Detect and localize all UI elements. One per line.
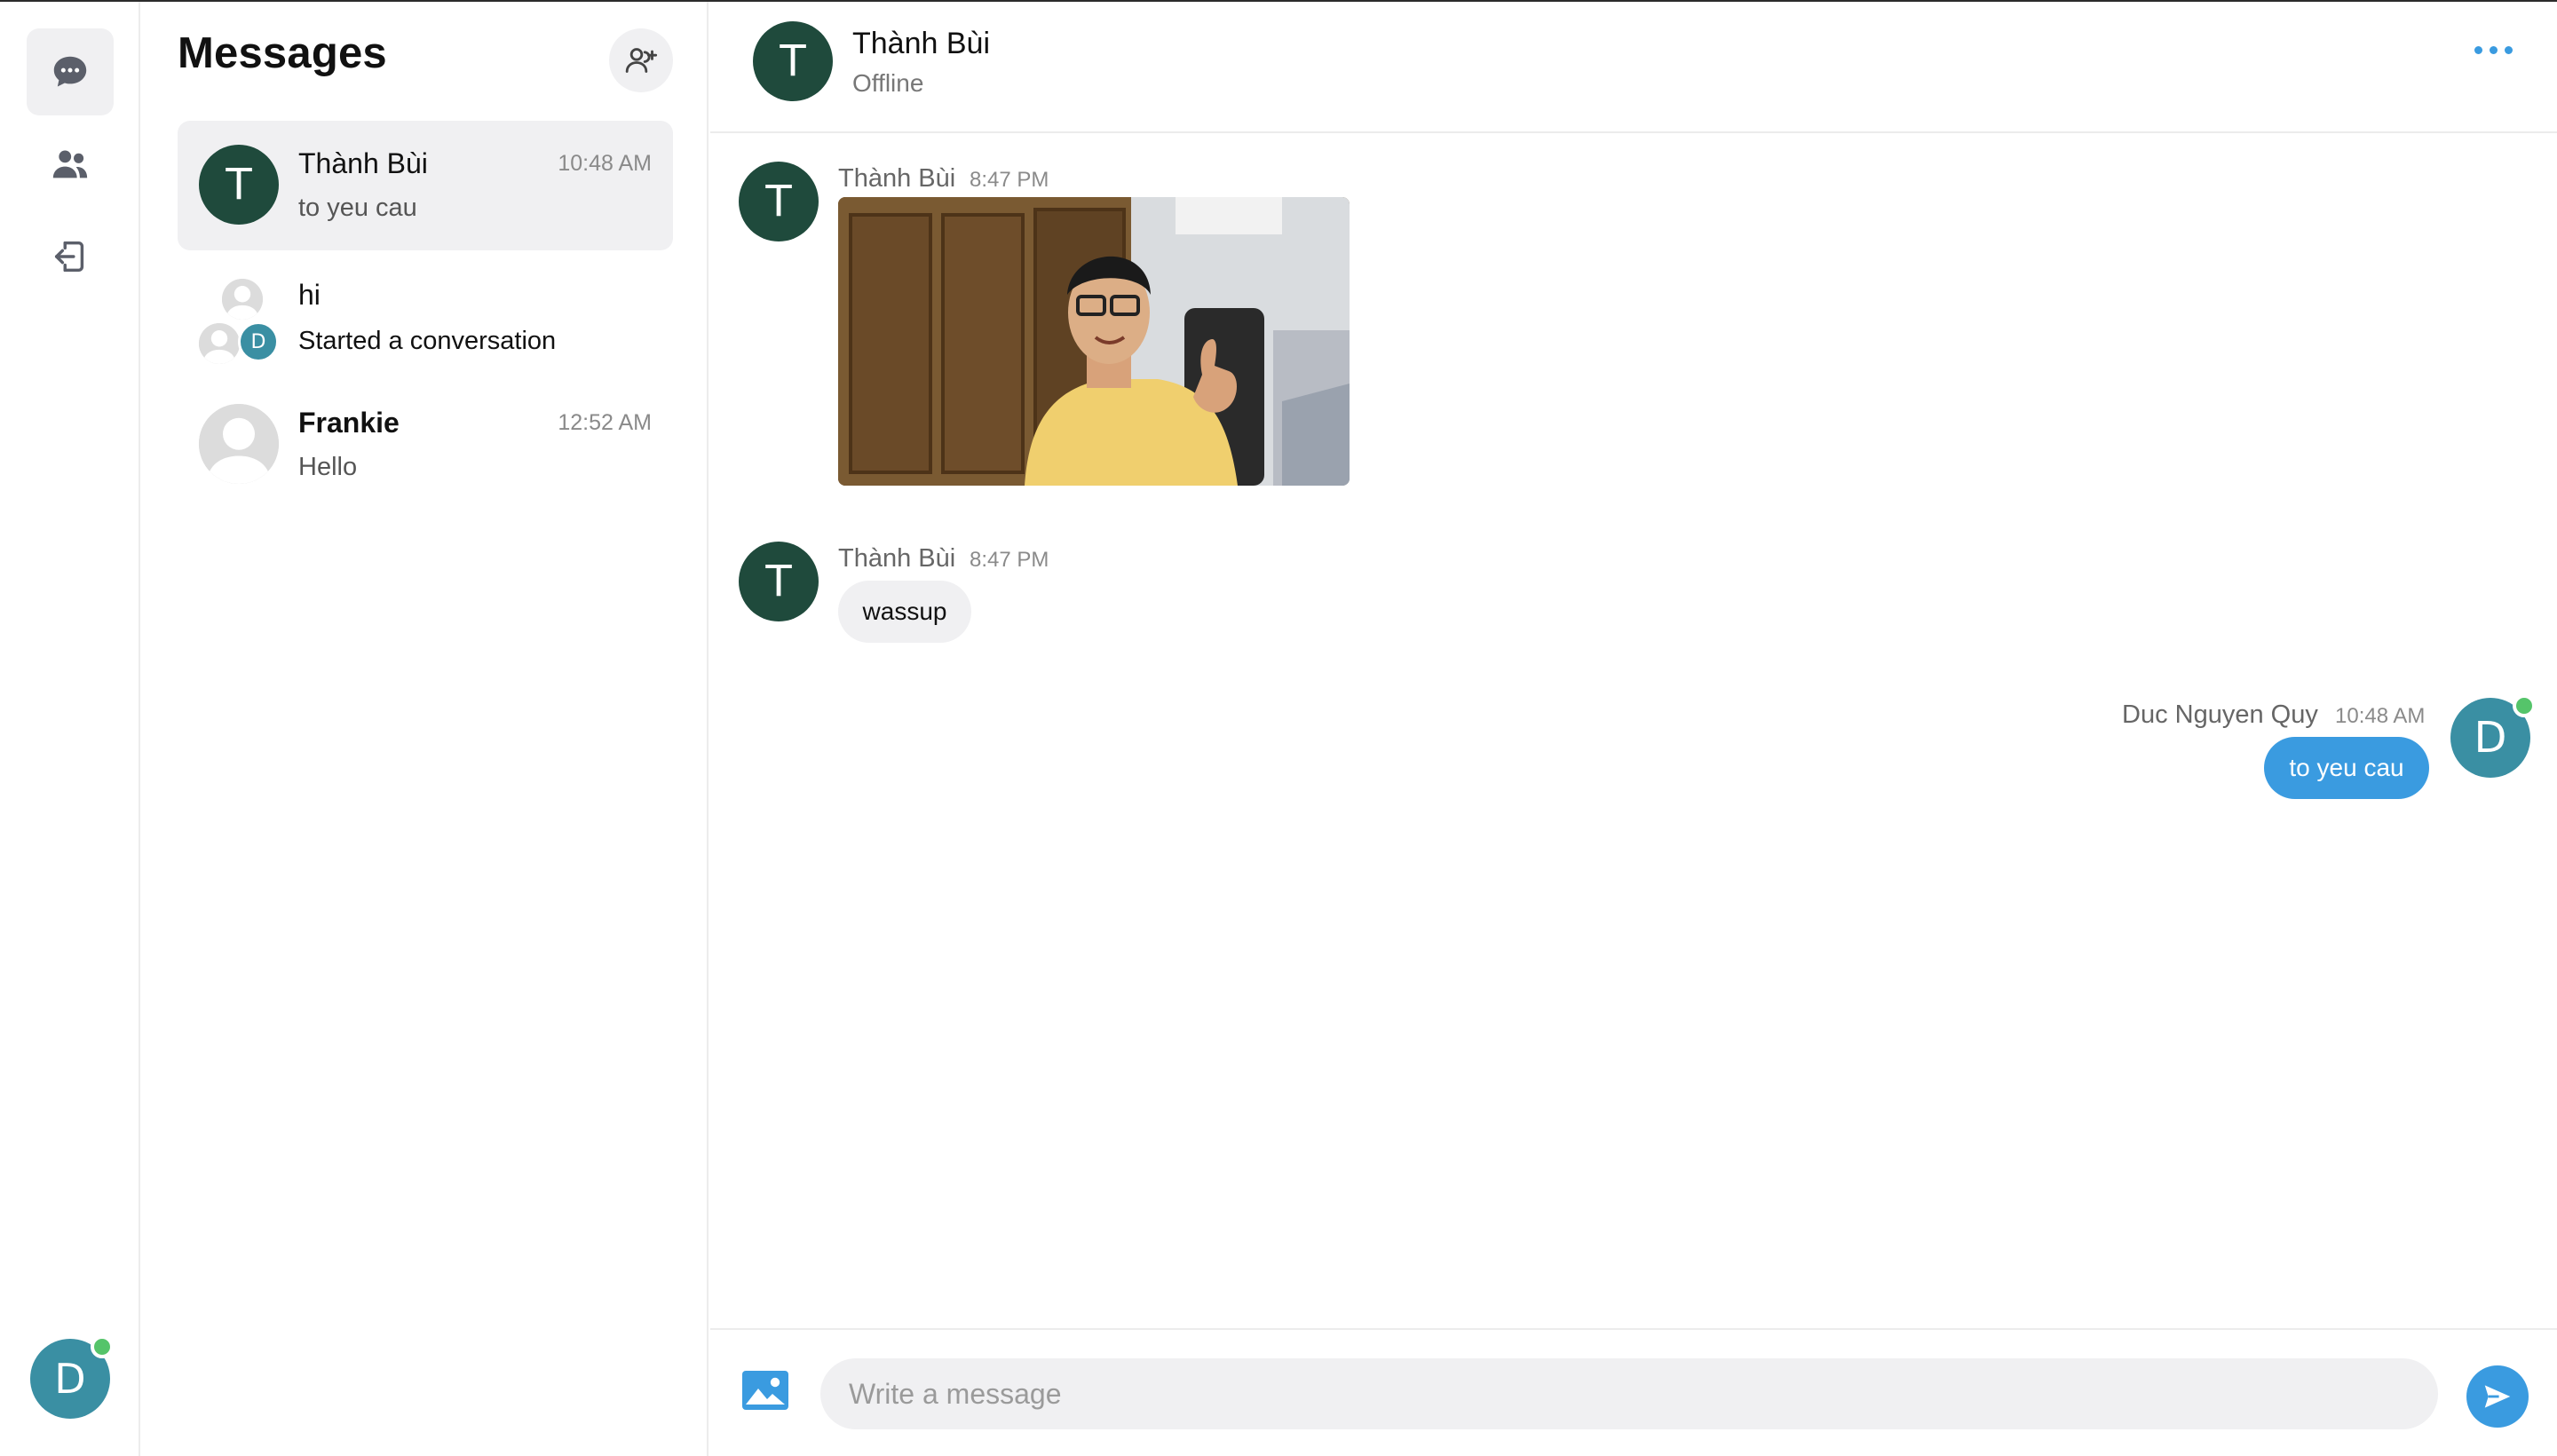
- conversation-name: Frankie: [298, 407, 400, 439]
- conversation-time: 10:48 AM: [558, 151, 652, 176]
- sender-avatar: T: [739, 162, 819, 241]
- more-horizontal-icon: [2505, 46, 2513, 54]
- more-horizontal-icon: [2490, 46, 2498, 54]
- avatar: T: [199, 145, 279, 225]
- message-sender: Thành Bùi: [838, 164, 956, 193]
- nav-chats-button[interactable]: [27, 28, 114, 115]
- new-conversation-button[interactable]: [609, 28, 673, 92]
- send-icon: [2484, 1385, 2511, 1408]
- conversation-preview: Hello: [298, 453, 358, 481]
- avatar-initial: D: [250, 330, 266, 353]
- default-user-icon: [199, 404, 279, 484]
- message-bubble[interactable]: wassup: [838, 581, 971, 643]
- current-user-avatar[interactable]: D: [30, 1335, 114, 1419]
- message-time: 8:47 PM: [970, 168, 1049, 192]
- sender-avatar: D: [2450, 694, 2536, 778]
- users-icon: [52, 150, 88, 178]
- message-image[interactable]: [838, 197, 1350, 486]
- more-horizontal-icon: [2474, 46, 2482, 54]
- sender-avatar: T: [739, 542, 819, 621]
- chat-bubble-icon: [53, 56, 87, 87]
- message-composer: [710, 1328, 2557, 1456]
- group-member-avatar: [199, 323, 240, 364]
- conversation-preview: Started a conversation: [298, 327, 557, 355]
- conversation-preview: to yeu cau: [298, 194, 417, 222]
- message-time: 10:48 AM: [2335, 704, 2426, 728]
- conversation-item[interactable]: D hi Started a conversation: [178, 250, 673, 380]
- send-button[interactable]: [2466, 1365, 2529, 1428]
- page-title: Messages: [178, 29, 387, 77]
- conversation-list-panel: Messages T Thành Bùi to yeu cau 10:48 AM…: [142, 2, 709, 1456]
- message-sender: Duc Nguyen Quy: [2122, 700, 2318, 729]
- logout-button[interactable]: [27, 213, 114, 300]
- attach-image-button[interactable]: [740, 1365, 790, 1415]
- default-user-icon: [222, 279, 263, 320]
- message-sender: Thành Bùi: [838, 544, 956, 573]
- conversation-time: 12:52 AM: [558, 410, 652, 435]
- chat-header: T Thành Bùi Offline: [710, 2, 2557, 133]
- online-indicator: [91, 1335, 114, 1358]
- more-options-button[interactable]: [2474, 46, 2513, 54]
- nav-contacts-button[interactable]: [27, 121, 114, 208]
- message-input[interactable]: [820, 1358, 2438, 1429]
- avatar: [199, 404, 279, 484]
- current-user-initial: D: [54, 1355, 86, 1403]
- user-plus-icon: [625, 48, 658, 73]
- group-member-avatar: D: [238, 321, 279, 362]
- avatar-initial: T: [765, 557, 792, 606]
- conversation-item[interactable]: Frankie Hello 12:52 AM: [178, 380, 673, 510]
- avatar-initial: T: [226, 160, 252, 210]
- contact-status: Offline: [852, 69, 924, 97]
- avatar-initial: D: [2474, 713, 2507, 763]
- message-bubble[interactable]: to yeu cau: [2264, 737, 2429, 799]
- conversation-name: Thành Bùi: [298, 147, 428, 179]
- message-time: 8:47 PM: [970, 548, 1049, 572]
- contact-avatar[interactable]: T: [753, 21, 833, 101]
- avatar-initial: T: [780, 36, 806, 86]
- image-icon: [742, 1371, 788, 1410]
- nav-rail: D: [0, 2, 140, 1456]
- conversation-item[interactable]: T Thành Bùi to yeu cau 10:48 AM: [178, 121, 673, 250]
- group-member-avatar: [222, 279, 263, 320]
- chat-panel: T Thành Bùi Offline T Thành Bùi 8:47 PM: [710, 2, 2557, 1456]
- default-user-icon: [199, 323, 240, 364]
- online-indicator: [2513, 694, 2536, 717]
- photo-image: [838, 197, 1350, 486]
- logout-icon: [54, 241, 84, 273]
- avatar-initial: T: [765, 177, 792, 226]
- contact-name: Thành Bùi: [852, 27, 990, 60]
- conversation-name: hi: [298, 279, 321, 311]
